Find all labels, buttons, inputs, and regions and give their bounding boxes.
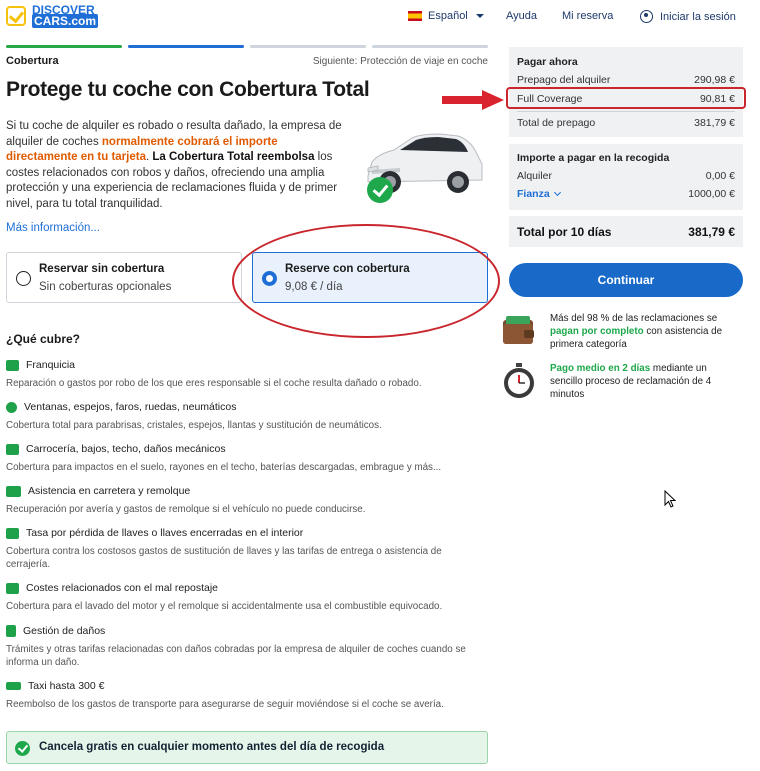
row-label: Alquiler — [517, 170, 553, 182]
top-header: DISCOVER CARS.com Español Ayuda Mi reser… — [0, 0, 760, 36]
tow-truck-icon — [6, 485, 21, 497]
more-info-link[interactable]: Más información... — [6, 222, 100, 234]
radio-unselected[interactable] — [16, 271, 31, 286]
row-value: 0,00 € — [705, 170, 735, 182]
cover-title: Tasa por pérdida de llaves o llaves ence… — [26, 527, 304, 539]
row-value: 381,79 € — [688, 225, 735, 239]
step-bar-done — [6, 45, 122, 48]
free-cancellation-banner: Cancela gratis en cualquier momento ante… — [6, 731, 488, 764]
deposit-toggle[interactable]: Fianza — [517, 188, 561, 200]
cover-item: Taxi hasta 300 € Reembolso de los gastos… — [6, 680, 486, 711]
cover-title: Ventanas, espejos, faros, ruedas, neumát… — [24, 401, 237, 413]
checkmark-icon — [367, 177, 393, 203]
intro-bold: La Cobertura Total reembolsa — [152, 151, 315, 163]
user-icon — [640, 10, 653, 23]
option-subtitle: Sin coberturas opcionales — [39, 281, 172, 293]
pickup-title: Importe a pagar en la recogida — [517, 152, 670, 164]
row-value: 1000,00 € — [688, 188, 735, 200]
mouse-cursor-icon — [664, 490, 676, 508]
discovercars-logo[interactable]: DISCOVER CARS.com — [6, 4, 99, 28]
plane-icon — [6, 682, 21, 690]
divider — [517, 111, 735, 112]
prepay-total-row: Total de prepago 381,79 € — [517, 117, 735, 129]
row-value: 381,79 € — [694, 117, 735, 129]
check-circle-icon — [15, 741, 30, 756]
cover-item: Franquicia Reparación o gastos por robo … — [6, 359, 486, 390]
pay-now-title: Pagar ahora — [517, 56, 578, 68]
cover-desc: Reparación o gastos por robo de los que … — [6, 378, 422, 389]
language-label: Español — [428, 10, 468, 22]
intro-text: Si tu coche de alquiler es robado o resu… — [6, 119, 346, 212]
chevron-down-icon — [553, 188, 561, 197]
document-icon — [6, 625, 16, 637]
feature-highlight: Pago medio en 2 días — [550, 363, 651, 374]
current-step-label: Cobertura — [6, 55, 59, 67]
chevron-down-icon — [475, 14, 484, 18]
total-panel: Total por 10 días 381,79 € — [509, 216, 743, 247]
cover-title: Asistencia en carretera y remolque — [28, 485, 191, 497]
cover-desc: Trámites y otras tarifas relacionadas co… — [6, 644, 466, 668]
row-label: Prepago del alquiler — [517, 74, 611, 86]
cover-item: Carrocería, bajos, techo, daños mecánico… — [6, 443, 486, 474]
step-bar-next — [250, 45, 366, 48]
option-title: Reservar sin cobertura — [39, 263, 165, 275]
logo-line-2: CARS.com — [32, 14, 99, 28]
login-label: Iniciar la sesión — [660, 10, 736, 23]
cover-title: Franquicia — [26, 359, 76, 371]
cover-desc: Cobertura contra los costosos gastos de … — [6, 546, 442, 570]
feature-highlight: pagan por completo — [550, 326, 644, 337]
option-no-coverage[interactable]: Reservar sin cobertura Sin coberturas op… — [6, 252, 242, 303]
cover-title: Carrocería, bajos, techo, daños mecánico… — [26, 443, 226, 455]
tire-icon — [6, 401, 17, 413]
logo-check-icon — [6, 6, 26, 26]
fuel-pump-icon — [6, 582, 19, 594]
stopwatch-icon — [504, 363, 534, 398]
pickup-panel: Importe a pagar en la recogida Alquiler 0… — [509, 144, 743, 210]
step-bar-last — [372, 45, 488, 48]
keys-icon — [6, 527, 19, 539]
free-cancellation-text: Cancela gratis en cualquier momento ante… — [39, 741, 385, 753]
feature-text: Más del 98 % de las reclamaciones se — [550, 313, 718, 324]
red-arrow-icon — [442, 90, 504, 110]
cover-desc: Reembolso de los gastos de transporte pa… — [6, 699, 444, 710]
row-value: 290,98 € — [694, 74, 735, 86]
page-title: Protege tu coche con Cobertura Total — [6, 78, 370, 101]
language-selector[interactable]: Español — [408, 10, 484, 22]
wallet-icon — [503, 316, 534, 344]
cover-desc: Recuperación por avería y gastos de remo… — [6, 504, 366, 515]
help-link[interactable]: Ayuda — [506, 10, 537, 22]
rental-row: Alquiler 0,00 € — [517, 170, 735, 182]
red-annotation-box — [506, 87, 746, 109]
rental-prepay-row: Prepago del alquiler 290,98 € — [517, 74, 735, 86]
cover-title: Gestión de daños — [23, 625, 106, 637]
row-label: Total de prepago — [517, 117, 596, 129]
cover-item: Costes relacionados con el mal repostaje… — [6, 582, 486, 613]
spain-flag-icon — [408, 11, 422, 21]
cover-desc: Cobertura para el lavado del motor y el … — [6, 601, 443, 612]
cover-item: Gestión de daños Trámites y otras tarifa… — [6, 625, 486, 669]
next-step-label: Siguiente: Protección de viaje en coche — [312, 56, 488, 67]
cover-item: Tasa por pérdida de llaves o llaves ence… — [6, 527, 486, 571]
row-label: Fianza — [517, 188, 550, 200]
step-bar-current — [128, 45, 244, 48]
cover-title: Costes relacionados con el mal repostaje — [26, 582, 219, 594]
continue-button[interactable]: Continuar — [509, 263, 743, 297]
cover-desc: Cobertura para impactos en el suelo, ray… — [6, 462, 442, 473]
progress-steps — [6, 45, 488, 48]
my-booking-link[interactable]: Mi reserva — [562, 10, 613, 22]
car-key-icon — [6, 359, 19, 371]
cover-item: Ventanas, espejos, faros, ruedas, neumát… — [6, 401, 486, 432]
deposit-row: Fianza 1000,00 € — [517, 188, 735, 200]
row-label: Total por 10 días — [517, 225, 612, 239]
car-body-icon — [6, 443, 19, 455]
cover-desc: Cobertura total para parabrisas, cristal… — [6, 420, 382, 431]
covers-heading: ¿Qué cubre? — [6, 332, 81, 346]
red-annotation-ellipse — [232, 224, 500, 338]
total-row: Total por 10 días 381,79 € — [517, 225, 735, 239]
cover-item: Asistencia en carretera y remolque Recup… — [6, 485, 486, 516]
login-link[interactable]: Iniciar la sesión — [640, 10, 736, 23]
cover-title: Taxi hasta 300 € — [28, 680, 105, 692]
